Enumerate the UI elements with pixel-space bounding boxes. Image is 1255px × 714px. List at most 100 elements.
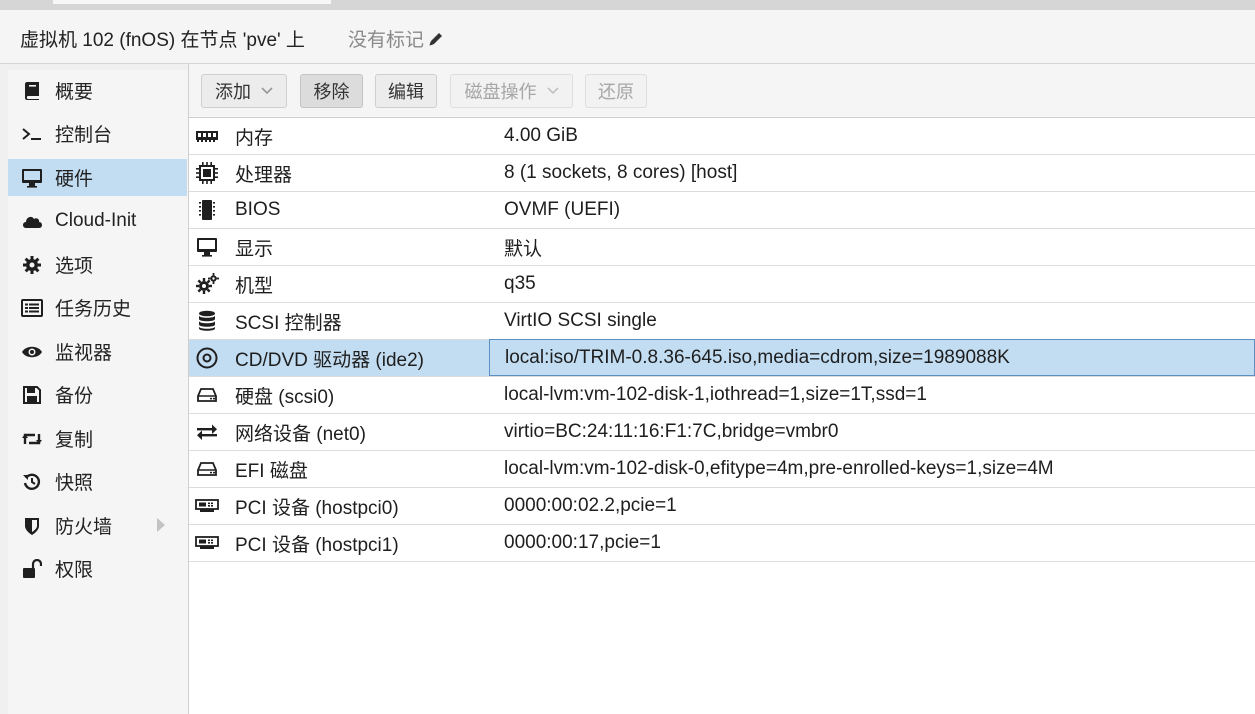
hdd-icon (195, 457, 219, 481)
list-icon (21, 297, 43, 319)
database-icon (195, 309, 219, 333)
gear-icon (21, 254, 43, 276)
row-value: OVMF (UEFI) (504, 199, 621, 220)
row-name: 硬盘 (scsi0) (235, 386, 335, 408)
row-value: 0000:00:17,pcie=1 (504, 532, 661, 553)
table-row[interactable]: PCI 设备 (hostpci1) 0000:00:17,pcie=1 (189, 525, 1255, 562)
tags-editor[interactable]: 没有标记 (348, 25, 445, 52)
sidebar-item-label: 权限 (55, 560, 94, 581)
disk-action-button[interactable]: 磁盘操作 (450, 74, 573, 108)
row-name: PCI 设备 (hostpci1) (235, 534, 399, 556)
sidebar-item-label: 监视器 (55, 343, 113, 364)
cpu-icon (195, 161, 219, 185)
window-top-strip (0, 0, 1255, 10)
desktop-icon (195, 235, 219, 259)
pci-card-icon (195, 494, 219, 518)
sidebar-item-label: 备份 (55, 386, 94, 407)
retweet-icon (21, 428, 43, 450)
toolbar: 添加 移除 编辑 磁盘操作 还原 (189, 64, 1255, 118)
sidebar-item-label: 控制台 (55, 125, 113, 146)
row-name: 机型 (235, 275, 274, 297)
row-value: 8 (1 sockets, 8 cores) [host] (504, 162, 738, 183)
sidebar-item-label: 选项 (55, 256, 94, 277)
row-name: BIOS (235, 199, 281, 220)
table-row[interactable]: SCSI 控制器 VirtIO SCSI single (189, 303, 1255, 340)
page-title: 虚拟机 102 (fnOS) 在节点 'pve' 上 (20, 30, 305, 51)
sidebar-item-cloud-init[interactable]: Cloud-Init (8, 202, 187, 239)
cdrom-icon (195, 346, 219, 370)
sidebar: 概要 控制台 硬件 Cloud-Init 选项 任务历史 监视器 备份 复制 快… (8, 70, 188, 714)
row-name: EFI 磁盘 (235, 460, 308, 482)
sidebar-item-label: 快照 (55, 473, 94, 494)
row-value: local:iso/TRIM-0.8.36-645.iso,media=cdro… (489, 339, 1255, 376)
exchange-icon (195, 420, 219, 444)
sidebar-item-label: 复制 (55, 430, 94, 451)
book-icon (21, 80, 43, 102)
edit-button[interactable]: 编辑 (375, 74, 437, 108)
cloud-icon (21, 210, 43, 232)
sidebar-item-snapshot[interactable]: 快照 (8, 463, 187, 500)
row-value: VirtIO SCSI single (504, 310, 657, 331)
terminal-icon (21, 123, 43, 145)
row-value: 默认 (504, 238, 543, 260)
remove-button[interactable]: 移除 (300, 74, 363, 108)
row-name: 处理器 (235, 164, 293, 186)
table-row[interactable]: BIOS OVMF (UEFI) (189, 192, 1255, 229)
sidebar-item-permissions[interactable]: 权限 (8, 550, 187, 587)
table-row[interactable]: 硬盘 (scsi0) local-lvm:vm-102-disk-1,iothr… (189, 377, 1255, 414)
sidebar-item-label: 防火墙 (55, 517, 113, 538)
desktop-icon (21, 167, 43, 189)
history-icon (21, 471, 43, 493)
eye-icon (21, 341, 43, 363)
tab-edge (53, 0, 331, 4)
page-header: 虚拟机 102 (fnOS) 在节点 'pve' 上 没有标记 (0, 10, 1255, 64)
row-name: CD/DVD 驱动器 (ide2) (235, 349, 424, 371)
sidebar-item-summary[interactable]: 概要 (8, 72, 187, 109)
row-value: local-lvm:vm-102-disk-0,efitype=4m,pre-e… (504, 458, 1054, 479)
expand-arrow-icon[interactable] (157, 518, 165, 532)
table-row[interactable]: PCI 设备 (hostpci0) 0000:00:02.2,pcie=1 (189, 488, 1255, 525)
sidebar-item-monitor[interactable]: 监视器 (8, 333, 187, 370)
table-row[interactable]: 网络设备 (net0) virtio=BC:24:11:16:F1:7C,bri… (189, 414, 1255, 451)
sidebar-item-options[interactable]: 选项 (8, 246, 187, 283)
table-row[interactable]: 处理器 8 (1 sockets, 8 cores) [host] (189, 155, 1255, 192)
floppy-icon (21, 384, 43, 406)
sidebar-item-console[interactable]: 控制台 (8, 115, 187, 152)
sidebar-item-firewall[interactable]: 防火墙 (8, 507, 187, 544)
unlock-icon (21, 558, 43, 580)
sidebar-item-label: 概要 (55, 82, 94, 103)
microchip-icon (195, 198, 219, 222)
memory-icon (195, 124, 219, 148)
table-row[interactable]: CD/DVD 驱动器 (ide2) local:iso/TRIM-0.8.36-… (189, 339, 1255, 377)
tags-label: 没有标记 (348, 30, 425, 51)
table-row[interactable]: 机型 q35 (189, 266, 1255, 303)
pci-card-icon (195, 531, 219, 555)
row-name: 内存 (235, 127, 274, 149)
sidebar-item-label: 任务历史 (55, 299, 132, 320)
row-value: virtio=BC:24:11:16:F1:7C,bridge=vmbr0 (504, 421, 839, 442)
hdd-icon (195, 383, 219, 407)
cogs-icon (195, 272, 219, 296)
sidebar-item-label: 硬件 (55, 169, 94, 190)
row-name: 网络设备 (net0) (235, 423, 366, 445)
row-value: 4.00 GiB (504, 125, 578, 146)
table-row[interactable]: EFI 磁盘 local-lvm:vm-102-disk-0,efitype=4… (189, 451, 1255, 488)
row-name: PCI 设备 (hostpci0) (235, 497, 399, 519)
table-row[interactable]: 内存 4.00 GiB (189, 118, 1255, 155)
revert-button[interactable]: 还原 (585, 74, 647, 108)
row-value: q35 (504, 273, 536, 294)
sidebar-item-replication[interactable]: 复制 (8, 420, 187, 457)
chevron-down-icon (261, 87, 273, 95)
table-row[interactable]: 显示 默认 (189, 229, 1255, 266)
row-value: 0000:00:02.2,pcie=1 (504, 495, 677, 516)
chevron-down-icon (546, 87, 559, 95)
row-value: local-lvm:vm-102-disk-1,iothread=1,size=… (504, 384, 927, 405)
add-button[interactable]: 添加 (201, 74, 287, 108)
sidebar-item-task-history[interactable]: 任务历史 (8, 289, 187, 326)
sidebar-item-label: Cloud-Init (55, 209, 137, 231)
shield-icon (21, 515, 43, 537)
sidebar-item-hardware[interactable]: 硬件 (8, 159, 187, 196)
row-name: 显示 (235, 238, 274, 260)
sidebar-item-backup[interactable]: 备份 (8, 376, 187, 413)
pencil-icon[interactable] (427, 30, 445, 48)
